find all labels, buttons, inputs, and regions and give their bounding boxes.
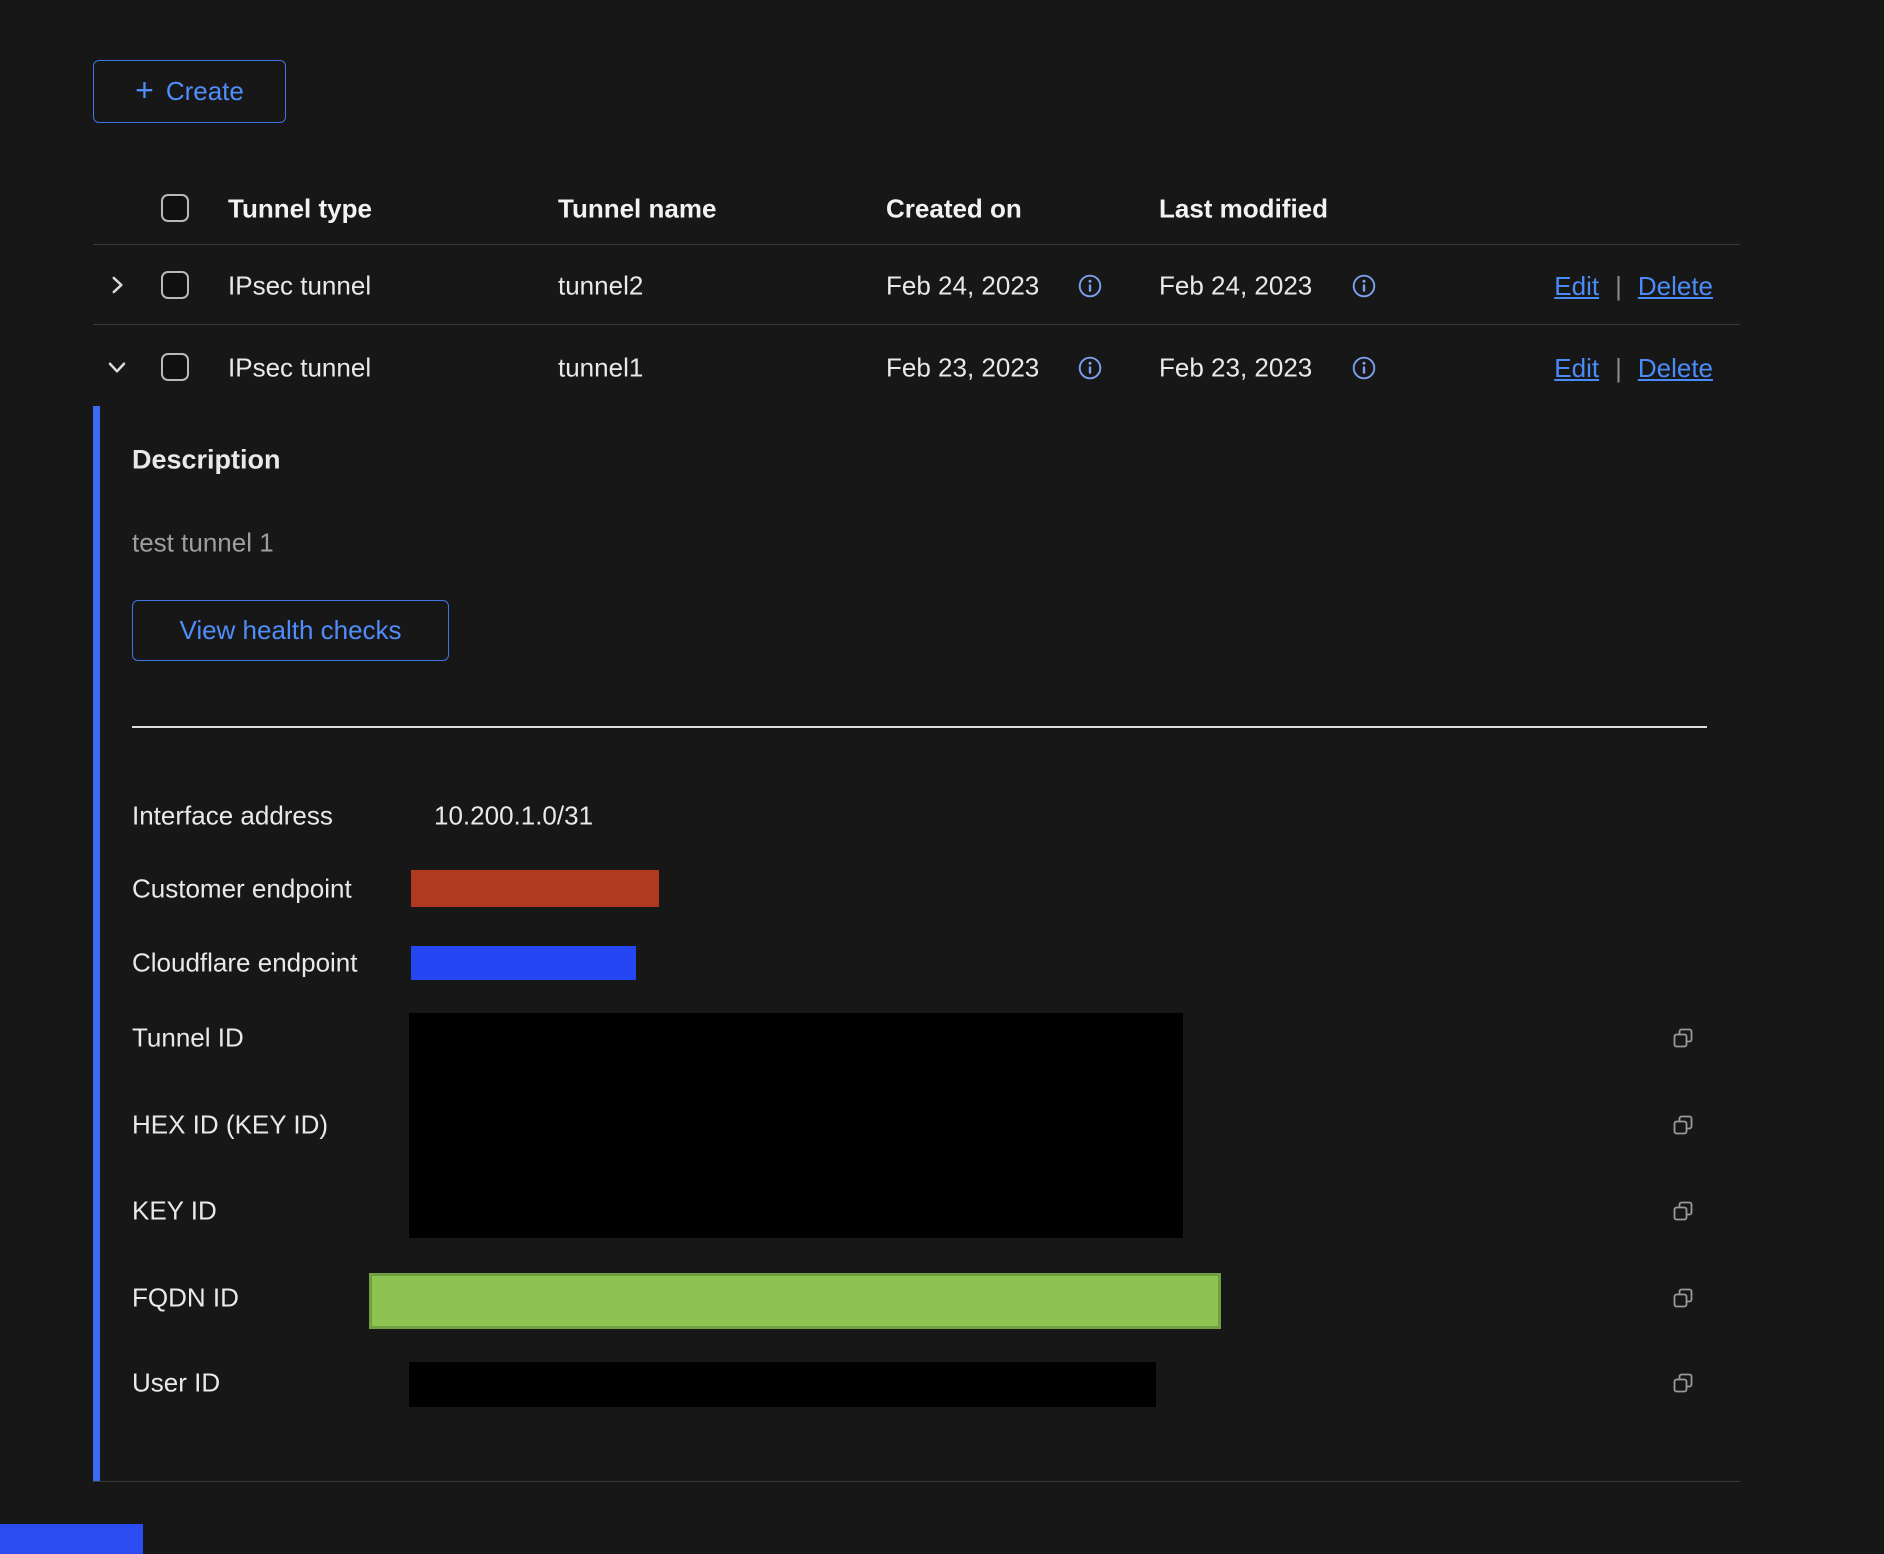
created-on-cell: Feb 23, 2023 <box>886 353 1039 384</box>
user-id-label: User ID <box>132 1368 220 1399</box>
action-separator: | <box>1615 271 1622 302</box>
copy-hex-id-icon[interactable] <box>1671 1113 1695 1137</box>
ipsec-tunnels-page: + Create Tunnel type Tunnel name Created… <box>0 0 1884 1554</box>
expand-chevron-right-icon[interactable] <box>104 272 130 298</box>
panel-bottom-divider <box>93 1481 1740 1482</box>
column-header-tunnel-name: Tunnel name <box>558 194 716 225</box>
delete-link[interactable]: Delete <box>1638 271 1713 302</box>
create-button[interactable]: + Create <box>93 60 286 123</box>
column-header-last-modified: Last modified <box>1159 194 1328 225</box>
edit-link[interactable]: Edit <box>1554 353 1599 384</box>
row-actions: Edit | Delete <box>1450 264 1713 308</box>
plus-icon: + <box>135 74 154 106</box>
cloudflare-endpoint-redaction <box>411 946 636 980</box>
info-icon[interactable] <box>1351 273 1377 299</box>
view-health-checks-button[interactable]: View health checks <box>132 600 449 661</box>
tunnel-type-cell: IPsec tunnel <box>228 353 371 384</box>
copy-key-id-icon[interactable] <box>1671 1199 1695 1223</box>
detail-section-divider <box>132 726 1707 728</box>
row-divider <box>93 324 1740 325</box>
customer-endpoint-label: Customer endpoint <box>132 874 352 905</box>
last-modified-cell: Feb 23, 2023 <box>1159 353 1312 384</box>
tunnel-id-label: Tunnel ID <box>132 1023 244 1054</box>
header-divider <box>93 244 1740 245</box>
cloudflare-endpoint-label: Cloudflare endpoint <box>132 948 358 979</box>
copy-tunnel-id-icon[interactable] <box>1671 1026 1695 1050</box>
fqdn-id-redaction <box>369 1273 1221 1329</box>
info-icon[interactable] <box>1077 355 1103 381</box>
copy-user-id-icon[interactable] <box>1671 1371 1695 1395</box>
key-id-label: KEY ID <box>132 1196 217 1227</box>
select-all-checkbox[interactable] <box>161 194 189 222</box>
bottom-left-blue-bar <box>0 1524 143 1554</box>
info-icon[interactable] <box>1077 273 1103 299</box>
description-value: test tunnel 1 <box>132 528 274 559</box>
tunnel-name-cell: tunnel2 <box>558 271 643 302</box>
collapse-chevron-down-icon[interactable] <box>104 354 130 380</box>
customer-endpoint-redaction <box>411 870 659 907</box>
column-header-tunnel-type: Tunnel type <box>228 194 372 225</box>
interface-address-value: 10.200.1.0/31 <box>434 801 593 832</box>
interface-address-label: Interface address <box>132 801 333 832</box>
row-checkbox[interactable] <box>161 271 189 299</box>
tunnel-name-cell: tunnel1 <box>558 353 643 384</box>
row-checkbox[interactable] <box>161 353 189 381</box>
tunnel-type-cell: IPsec tunnel <box>228 271 371 302</box>
action-separator: | <box>1615 353 1622 384</box>
create-button-label: Create <box>166 76 244 107</box>
created-on-cell: Feb 24, 2023 <box>886 271 1039 302</box>
info-icon[interactable] <box>1351 355 1377 381</box>
delete-link[interactable]: Delete <box>1638 353 1713 384</box>
copy-fqdn-id-icon[interactable] <box>1671 1286 1695 1310</box>
description-label: Description <box>132 445 281 476</box>
row-actions: Edit | Delete <box>1450 346 1713 390</box>
column-header-created-on: Created on <box>886 194 1022 225</box>
tunnel-ids-redaction <box>409 1013 1183 1238</box>
expanded-row-indicator-bar <box>93 406 100 1481</box>
fqdn-id-label: FQDN ID <box>132 1283 239 1314</box>
hex-id-label: HEX ID (KEY ID) <box>132 1110 328 1141</box>
edit-link[interactable]: Edit <box>1554 271 1599 302</box>
user-id-redaction <box>409 1362 1156 1407</box>
last-modified-cell: Feb 24, 2023 <box>1159 271 1312 302</box>
